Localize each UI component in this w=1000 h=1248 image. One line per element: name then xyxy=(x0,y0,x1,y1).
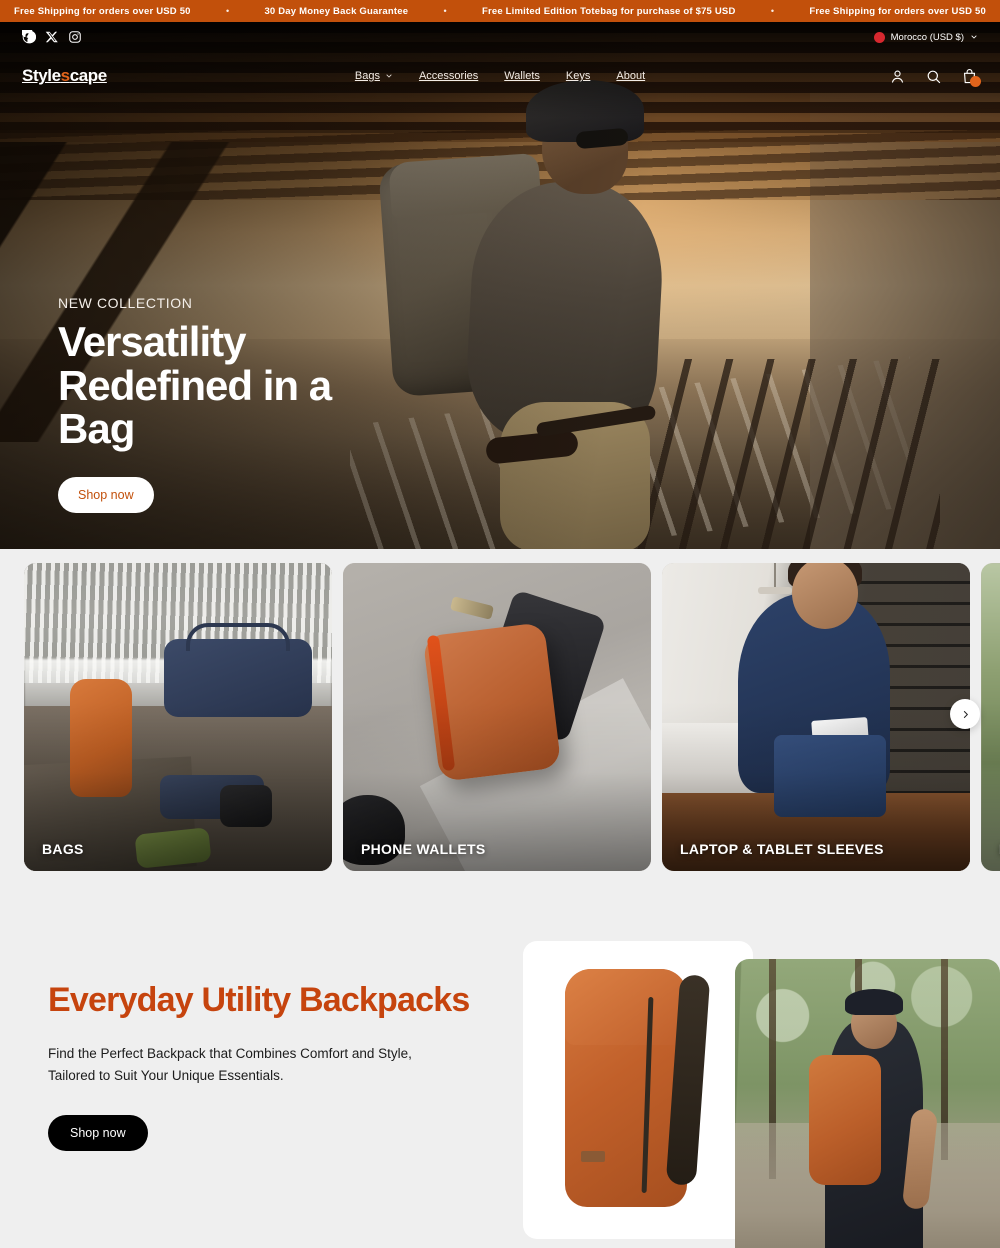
chevron-down-icon xyxy=(971,35,977,39)
announcement-separator: • xyxy=(443,6,447,16)
nav-item-accessories[interactable]: Accessories xyxy=(419,70,478,82)
announcement-item: 30 Day Money Back Guarantee xyxy=(264,5,409,17)
site-header: Stylescape Bags Accessories Wallets Keys… xyxy=(0,52,1000,100)
category-scrim xyxy=(24,563,332,871)
category-track: BAGS PHONE WALLETS LAPTOP & TABLET SLEEV… xyxy=(24,563,1000,871)
facebook-icon[interactable] xyxy=(20,25,37,44)
instagram-icon[interactable] xyxy=(68,30,82,44)
announcement-item: Free Shipping for orders over USD 50 xyxy=(14,5,191,17)
nav-label: Accessories xyxy=(418,70,479,82)
logo-text-part2: cape xyxy=(69,66,108,85)
nav-item-keys[interactable]: Keys xyxy=(566,70,590,82)
main-navigation: Bags Accessories Wallets Keys About xyxy=(0,70,1000,82)
category-card-phone-wallets[interactable]: PHONE WALLETS xyxy=(343,563,651,871)
nav-item-wallets[interactable]: Wallets xyxy=(504,70,540,82)
feature-lifestyle-image xyxy=(735,959,1000,1248)
category-carousel: BAGS PHONE WALLETS LAPTOP & TABLET SLEEV… xyxy=(0,549,1000,897)
feature-section: Everyday Utility Backpacks Find the Perf… xyxy=(0,933,1000,1248)
announcement-item: Free Shipping for orders over USD 50 xyxy=(809,5,986,17)
announcement-separator: • xyxy=(225,6,230,16)
category-label: PHONE WALLETS xyxy=(361,841,486,857)
category-label: BAGS xyxy=(42,841,84,857)
feature-product-image xyxy=(523,941,753,1239)
hero-content: NEW COLLECTION Versatility Redefined in … xyxy=(58,295,388,513)
site-logo[interactable]: Stylescape xyxy=(22,66,107,86)
nav-item-about[interactable]: About xyxy=(616,70,645,82)
category-card-laptop-tablet-sleeves[interactable]: LAPTOP & TABLET SLEEVES xyxy=(662,563,970,871)
announcement-bar: Free Shipping for orders over USD 50 • 3… xyxy=(0,0,1000,22)
x-twitter-icon[interactable] xyxy=(45,30,59,44)
feature-title: Everyday Utility Backpacks xyxy=(48,981,470,1019)
logo-text-part1: Style xyxy=(22,66,61,85)
category-label: LAPTOP & TABLET SLEEVES xyxy=(680,841,884,857)
hero-shop-now-button[interactable]: Shop now xyxy=(58,477,154,513)
nav-item-bags[interactable]: Bags xyxy=(355,70,393,82)
hero-title: Versatility Redefined in a Bag xyxy=(58,317,332,453)
search-icon[interactable] xyxy=(925,68,942,85)
category-card-backpacks[interactable]: BA xyxy=(981,563,1000,871)
cart-count-badge xyxy=(970,75,981,87)
nav-label: Wallets xyxy=(504,70,540,82)
cart-icon[interactable] xyxy=(961,68,981,87)
carousel-next-button[interactable] xyxy=(950,699,980,729)
category-card-bags[interactable]: BAGS xyxy=(24,563,332,871)
chevron-down-icon xyxy=(386,74,392,78)
logo-accent-letter: s xyxy=(60,66,70,85)
feature-copy: Everyday Utility Backpacks Find the Perf… xyxy=(48,981,478,1151)
feature-shop-now-button[interactable]: Shop now xyxy=(48,1114,148,1151)
announcement-separator: • xyxy=(770,6,775,16)
category-scrim xyxy=(662,563,970,871)
header-actions xyxy=(889,68,981,87)
chevron-right-icon xyxy=(963,710,968,718)
account-icon[interactable] xyxy=(889,68,906,85)
hero-eyebrow: NEW COLLECTION xyxy=(58,294,193,311)
nav-label: About xyxy=(616,70,646,82)
category-scrim xyxy=(343,563,651,871)
feature-description: Find the Perfect Backpack that Combines … xyxy=(48,1046,412,1083)
country-currency-label: Morocco (USD $) xyxy=(890,31,964,43)
nav-label: Bags xyxy=(354,70,380,82)
feature-media xyxy=(523,941,1000,1248)
country-flag-icon xyxy=(873,31,885,43)
announcement-item: Free Limited Edition Totebag for purchas… xyxy=(481,5,736,17)
country-currency-selector[interactable]: Morocco (USD $) xyxy=(873,31,978,43)
social-links xyxy=(20,25,82,44)
utility-bar: Morocco (USD $) xyxy=(0,22,1000,52)
hero-banner: Morocco (USD $) Stylescape Bags Accessor… xyxy=(0,22,1000,549)
category-scrim xyxy=(981,563,1000,871)
nav-label: Keys xyxy=(565,70,591,82)
